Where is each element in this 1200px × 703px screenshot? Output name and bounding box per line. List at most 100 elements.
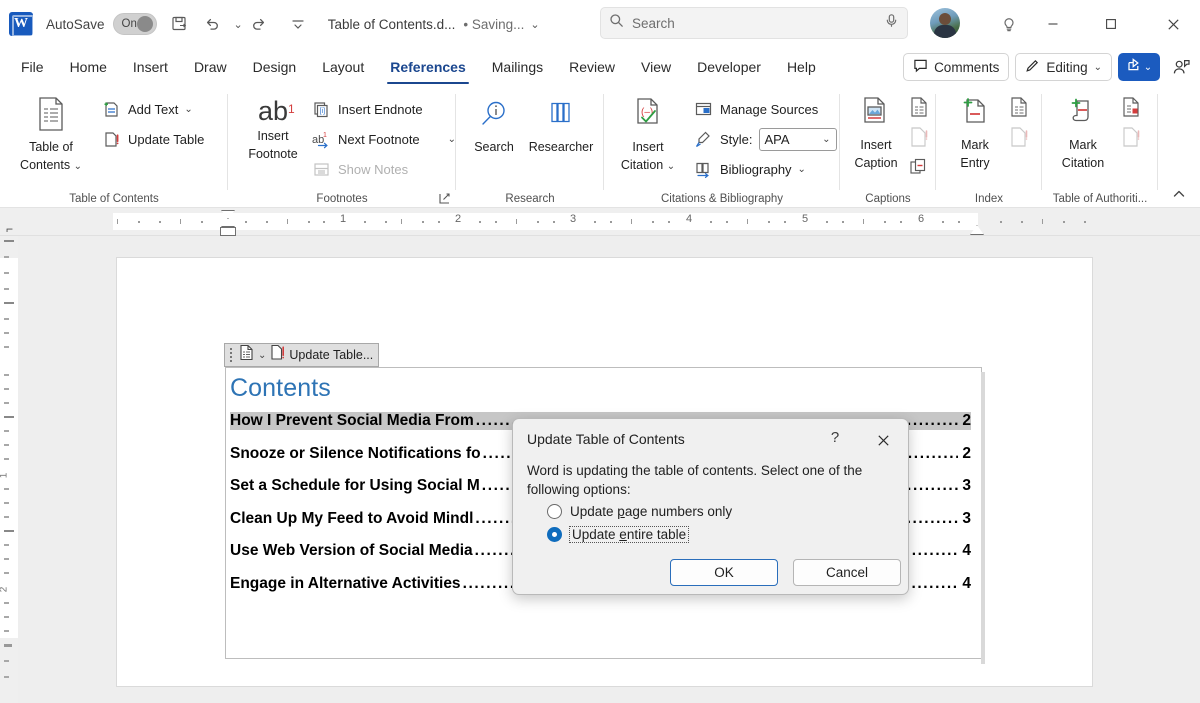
- close-button[interactable]: [1150, 0, 1196, 48]
- radio-update-page-numbers-only[interactable]: Update page numbers only: [547, 504, 732, 519]
- insert-caption-label-line1: Insert: [860, 138, 892, 152]
- drag-grip-icon[interactable]: [230, 348, 235, 362]
- ok-button[interactable]: OK: [670, 559, 778, 586]
- update-table-of-figures-icon: [906, 124, 932, 150]
- show-notes-button: Show Notes: [306, 154, 412, 184]
- editing-label: Editing: [1046, 59, 1088, 75]
- update-table-icon[interactable]: [270, 344, 285, 366]
- horizontal-ruler[interactable]: ⌐ 1 2 3 4 5 6: [0, 208, 1200, 236]
- tab-draw[interactable]: Draw: [183, 55, 238, 79]
- tab-home[interactable]: Home: [59, 55, 118, 79]
- radio-button-icon[interactable]: [547, 504, 562, 519]
- chevron-down-icon: ⌄: [666, 161, 676, 172]
- redo-icon[interactable]: [244, 9, 274, 39]
- update-table-button[interactable]: Update Table: [96, 124, 208, 154]
- dialog-title: Update Table of Contents: [527, 431, 685, 447]
- autosave-state-label: On: [121, 18, 137, 30]
- insert-footnote-button[interactable]: ab 1 Insert Footnote: [234, 90, 312, 162]
- share-icon: [1126, 57, 1141, 77]
- toc-content-control-toolbar[interactable]: ⌄ Update Table...: [224, 343, 380, 367]
- ribbon-group-research: Search Researcher Research: [456, 86, 604, 208]
- radio-update-entire-table[interactable]: Update entire table: [547, 526, 690, 543]
- tab-stop-selector[interactable]: ⌐: [6, 222, 13, 236]
- comments-button[interactable]: Comments: [903, 53, 1010, 81]
- insert-endnote-button[interactable]: [i] Insert Endnote: [306, 94, 427, 124]
- tab-layout[interactable]: Layout: [311, 55, 375, 79]
- manage-sources-button[interactable]: Manage Sources: [688, 94, 822, 124]
- tab-developer[interactable]: Developer: [686, 55, 772, 79]
- customize-quick-access-icon[interactable]: [283, 9, 313, 39]
- next-footnote-button[interactable]: ab 1 Next Footnote ⌄: [306, 124, 460, 154]
- tab-help[interactable]: Help: [776, 55, 827, 79]
- undo-icon[interactable]: [197, 9, 227, 39]
- smart-lookup-button[interactable]: Search: [460, 92, 528, 155]
- tab-references[interactable]: References: [379, 55, 477, 84]
- toc-entry-page: 3: [962, 477, 971, 494]
- insert-caption-button[interactable]: Insert Caption: [842, 90, 910, 171]
- maximize-button[interactable]: [1088, 0, 1134, 48]
- word-logo-icon: W: [9, 12, 34, 37]
- cancel-button[interactable]: Cancel: [793, 559, 901, 586]
- microphone-icon[interactable]: [884, 13, 899, 33]
- smart-lookup-icon: [477, 98, 511, 137]
- chevron-down-icon[interactable]: ⌄: [258, 350, 266, 361]
- insert-footnote-ab-icon: ab 1: [257, 96, 295, 126]
- dialog-help-button[interactable]: ?: [824, 429, 846, 446]
- toc-update-table-label[interactable]: Update Table...: [289, 348, 373, 362]
- insert-citation-button[interactable]: (–) Insert Citation ⌄: [612, 90, 684, 174]
- tab-review[interactable]: Review: [558, 55, 626, 79]
- mark-citation-button[interactable]: Mark Citation: [1048, 90, 1118, 171]
- toc-heading: Contents: [230, 374, 331, 402]
- search-input[interactable]: Search: [632, 16, 884, 31]
- citation-style-select[interactable]: APA ⌄: [758, 127, 837, 151]
- group-label-index: Index: [974, 193, 1004, 205]
- tab-insert[interactable]: Insert: [122, 55, 179, 79]
- ruler-number-1: 1: [339, 213, 347, 225]
- footnotes-dialog-launcher-icon[interactable]: [438, 192, 452, 206]
- mark-entry-button[interactable]: Mark Entry: [942, 90, 1008, 171]
- tab-mailings[interactable]: Mailings: [481, 55, 554, 79]
- tab-file[interactable]: File: [10, 55, 55, 79]
- search-box[interactable]: Search: [600, 7, 908, 39]
- mark-citation-label-line1: Mark: [1069, 138, 1097, 152]
- update-table-of-contents-dialog[interactable]: Update Table of Contents ? Word is updat…: [512, 418, 909, 595]
- add-text-icon: [100, 98, 122, 120]
- editing-mode-button[interactable]: Editing ⌄: [1015, 53, 1112, 81]
- ruler-number-4: 4: [685, 213, 693, 225]
- bibliography-button[interactable]: Bibliography ⌄: [688, 154, 810, 184]
- toc-entry-title: How I Prevent Social Media From: [230, 412, 474, 429]
- researcher-button[interactable]: Researcher: [522, 92, 600, 155]
- left-indent-marker[interactable]: [220, 227, 236, 236]
- radio-button-icon[interactable]: [547, 527, 562, 542]
- minimize-button[interactable]: [1030, 0, 1076, 48]
- cross-reference-icon[interactable]: [906, 154, 932, 180]
- add-text-button[interactable]: Add Text ⌄: [96, 94, 197, 124]
- vertical-ruler-number-2: 2: [0, 587, 9, 593]
- bibliography-label: Bibliography: [720, 161, 792, 177]
- share-caret-icon: ⌄: [1143, 61, 1153, 73]
- tab-design[interactable]: Design: [242, 55, 308, 79]
- toc-entry-page: 4: [962, 542, 971, 559]
- tell-me-lightbulb-icon[interactable]: [994, 9, 1024, 39]
- autosave-toggle[interactable]: On: [112, 13, 157, 35]
- insert-footnote-label-line1: Insert: [257, 129, 289, 143]
- tab-view[interactable]: View: [630, 55, 682, 79]
- save-sync-icon[interactable]: [165, 9, 195, 39]
- group-label-footnotes: Footnotes: [316, 193, 368, 205]
- undo-dropdown-caret-icon[interactable]: ⌄: [234, 18, 243, 31]
- citation-style-value: APA: [764, 131, 790, 147]
- user-avatar[interactable]: [930, 8, 960, 38]
- person-add-icon[interactable]: [1166, 53, 1196, 81]
- toc-content-control-icon[interactable]: [239, 344, 254, 366]
- insert-table-of-figures-icon[interactable]: [906, 94, 932, 120]
- insert-index-icon[interactable]: [1006, 94, 1032, 120]
- vertical-ruler[interactable]: 1 2: [0, 236, 18, 703]
- share-button[interactable]: ⌄: [1118, 53, 1160, 81]
- document-title[interactable]: Table of Contents.d...: [328, 17, 456, 32]
- table-of-contents-button[interactable]: Table of Contents ⌄: [12, 90, 90, 174]
- dialog-close-button[interactable]: [872, 430, 894, 450]
- document-title-caret-icon[interactable]: ⌄: [530, 18, 539, 31]
- insert-table-of-authorities-icon[interactable]: [1118, 94, 1144, 120]
- smart-lookup-label: Search: [474, 140, 514, 154]
- collapse-ribbon-icon[interactable]: [1168, 183, 1190, 205]
